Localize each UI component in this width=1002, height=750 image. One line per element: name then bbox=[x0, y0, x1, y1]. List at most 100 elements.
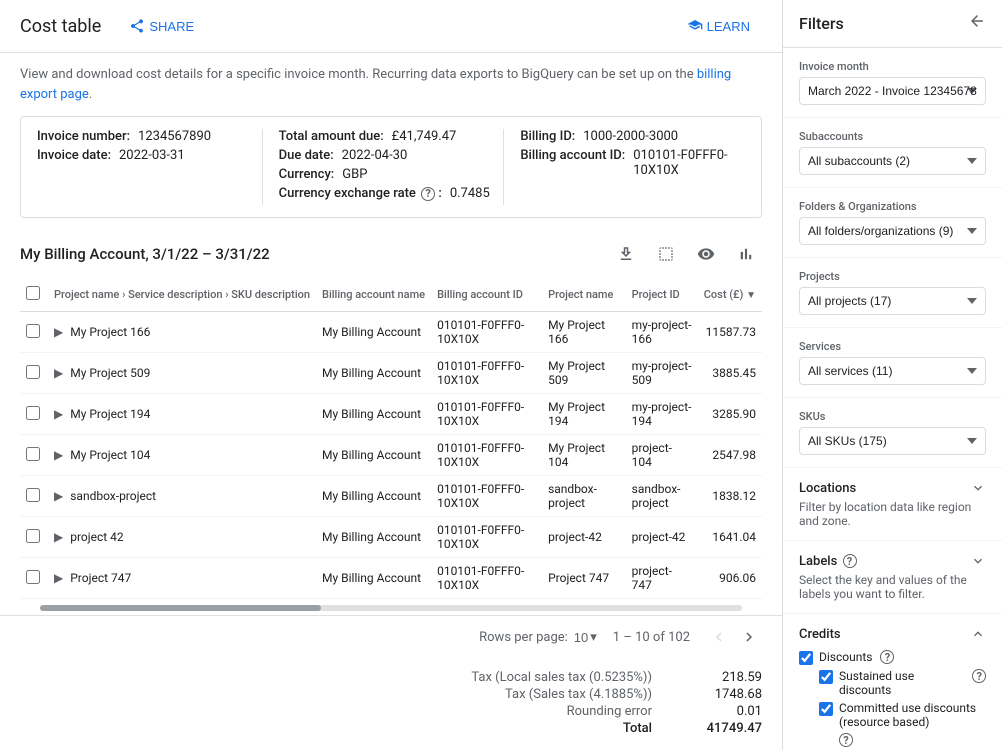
row-cost: 2547.98 bbox=[698, 435, 762, 476]
invoice-col-3: Billing ID: 1000-2000-3000 Billing accou… bbox=[503, 129, 745, 205]
row-billing-account-name: My Billing Account bbox=[316, 353, 431, 394]
exchange-rate-value: 0.7485 bbox=[450, 186, 490, 201]
row-project-name-col: My Project 194 bbox=[542, 394, 626, 435]
col-cost[interactable]: Cost (£) ▼ bbox=[698, 278, 762, 312]
discounts-sub-checkboxes: Sustained use discounts ? Committed use … bbox=[799, 669, 986, 750]
row-billing-account-id: 010101-F0FFF0-10X10X bbox=[431, 435, 542, 476]
row-checkbox[interactable] bbox=[26, 406, 40, 420]
toolbar-icons bbox=[610, 238, 762, 270]
row-checkbox-cell[interactable] bbox=[20, 599, 48, 602]
exchange-help-icon[interactable]: ? bbox=[421, 187, 435, 201]
tax-sales-value: 1748.68 bbox=[692, 687, 762, 702]
row-project-name-col: Project 747 bbox=[542, 558, 626, 599]
row-checkbox[interactable] bbox=[26, 529, 40, 543]
row-checkbox[interactable] bbox=[26, 324, 40, 338]
row-project-name: ▶ project 42 bbox=[48, 517, 316, 558]
row-checkbox-cell[interactable] bbox=[20, 476, 48, 517]
sustained-help-icon[interactable]: ? bbox=[972, 669, 986, 683]
labels-help-icon[interactable]: ? bbox=[843, 554, 857, 568]
discounts-checkbox[interactable] bbox=[799, 651, 813, 665]
due-date-value: 2022-04-30 bbox=[342, 148, 408, 163]
services-select[interactable]: All services (11) bbox=[799, 357, 986, 385]
currency-row: Currency: GBP bbox=[279, 167, 504, 182]
invoice-date-label: Invoice date: bbox=[37, 148, 111, 163]
row-project-name-col: My Project 646 bbox=[542, 599, 626, 602]
prev-page-button[interactable] bbox=[706, 624, 732, 650]
tax-local-row: Tax (Local sales tax (0.5235%)) 218.59 bbox=[20, 670, 762, 685]
select-all-checkbox[interactable] bbox=[26, 286, 40, 300]
row-project-name-col: My Project 104 bbox=[542, 435, 626, 476]
expand-row-icon[interactable]: ▶ bbox=[54, 530, 63, 544]
folders-select[interactable]: All folders/organizations (9) bbox=[799, 217, 986, 245]
row-project-name-value: My Project 166 bbox=[70, 325, 150, 339]
sustained-checkbox[interactable] bbox=[819, 670, 833, 684]
committed-help-icon[interactable]: ? bbox=[839, 733, 853, 747]
skus-select[interactable]: All SKUs (175) bbox=[799, 427, 986, 455]
header-left: Cost table SHARE bbox=[20, 12, 206, 40]
learn-icon bbox=[687, 18, 703, 34]
row-checkbox-cell[interactable] bbox=[20, 517, 48, 558]
expand-row-icon[interactable]: ▶ bbox=[54, 407, 63, 421]
row-project-name-value: My Project 509 bbox=[70, 366, 150, 380]
row-cost: 890.06 bbox=[698, 599, 762, 602]
expand-row-icon[interactable]: ▶ bbox=[54, 366, 63, 380]
row-checkbox[interactable] bbox=[26, 570, 40, 584]
learn-button[interactable]: LEARN bbox=[675, 12, 762, 40]
labels-header[interactable]: Labels ? bbox=[799, 553, 986, 569]
horizontal-scrollbar[interactable] bbox=[40, 605, 742, 611]
columns-button[interactable] bbox=[650, 238, 682, 270]
table-row: ▶ project 42 My Billing Account 010101-F… bbox=[20, 517, 762, 558]
row-checkbox-cell[interactable] bbox=[20, 312, 48, 353]
sustained-label: Sustained use discounts bbox=[839, 669, 964, 697]
row-cost: 3285.90 bbox=[698, 394, 762, 435]
bar-chart-icon bbox=[737, 245, 755, 263]
skus-filter: SKUs All SKUs (175) bbox=[783, 398, 1002, 468]
row-checkbox-cell[interactable] bbox=[20, 435, 48, 476]
expand-row-icon[interactable]: ▶ bbox=[54, 571, 63, 585]
row-project-name-col: sandbox-project bbox=[542, 476, 626, 517]
row-checkbox-cell[interactable] bbox=[20, 394, 48, 435]
row-project-id: my-project-166 bbox=[626, 312, 698, 353]
row-project-name: ▶ My Project 104 bbox=[48, 435, 316, 476]
scroll-thumb bbox=[40, 605, 321, 611]
share-button[interactable]: SHARE bbox=[117, 12, 206, 40]
collapse-icon bbox=[968, 12, 986, 30]
folders-filter: Folders & Organizations All folders/orga… bbox=[783, 188, 1002, 258]
credits-collapse-icon[interactable] bbox=[970, 626, 986, 642]
row-billing-account-name: My Billing Account bbox=[316, 517, 431, 558]
expand-row-icon[interactable]: ▶ bbox=[54, 489, 63, 503]
table-row: ▶ sandbox-project My Billing Account 010… bbox=[20, 476, 762, 517]
rows-per-page-select[interactable]: 10 ▾ bbox=[574, 629, 597, 645]
subaccounts-select[interactable]: All subaccounts (2) bbox=[799, 147, 986, 175]
credits-label: Credits bbox=[799, 627, 841, 642]
rounding-label: Rounding error bbox=[567, 704, 652, 719]
committed-checkbox[interactable] bbox=[819, 702, 833, 716]
row-checkbox[interactable] bbox=[26, 488, 40, 502]
visibility-button[interactable] bbox=[690, 238, 722, 270]
locations-header[interactable]: Locations bbox=[799, 480, 986, 496]
row-billing-account-name: My Billing Account bbox=[316, 599, 431, 602]
billing-title-row: My Billing Account, 3/1/22 – 3/31/22 bbox=[0, 230, 782, 278]
collapse-sidebar-button[interactable] bbox=[968, 12, 986, 35]
expand-row-icon[interactable]: ▶ bbox=[54, 325, 63, 339]
expand-row-icon[interactable]: ▶ bbox=[54, 448, 63, 462]
row-checkbox-cell[interactable] bbox=[20, 558, 48, 599]
row-billing-account-name: My Billing Account bbox=[316, 558, 431, 599]
currency-value: GBP bbox=[342, 167, 367, 182]
row-checkbox[interactable] bbox=[26, 365, 40, 379]
committed-label: Committed use discounts (resource based) bbox=[839, 701, 986, 729]
row-checkbox[interactable] bbox=[26, 447, 40, 461]
projects-select[interactable]: All projects (17) bbox=[799, 287, 986, 315]
row-project-name: ▶ My Project 166 bbox=[48, 312, 316, 353]
next-page-button[interactable] bbox=[736, 624, 762, 650]
table-row: ▶ My Project 646 My Billing Account 0101… bbox=[20, 599, 762, 602]
invoice-number-value: 1234567890 bbox=[138, 129, 211, 144]
discounts-help-icon[interactable]: ? bbox=[880, 650, 894, 664]
download-button[interactable] bbox=[610, 238, 642, 270]
invoice-month-select[interactable]: March 2022 - Invoice 1234567890 bbox=[799, 77, 986, 105]
row-checkbox-cell[interactable] bbox=[20, 353, 48, 394]
row-project-id: sandbox-project bbox=[626, 476, 698, 517]
services-filter: Services All services (11) bbox=[783, 328, 1002, 398]
row-billing-account-id: 010101-F0FFF0-10X10X bbox=[431, 312, 542, 353]
bar-chart-button[interactable] bbox=[730, 238, 762, 270]
